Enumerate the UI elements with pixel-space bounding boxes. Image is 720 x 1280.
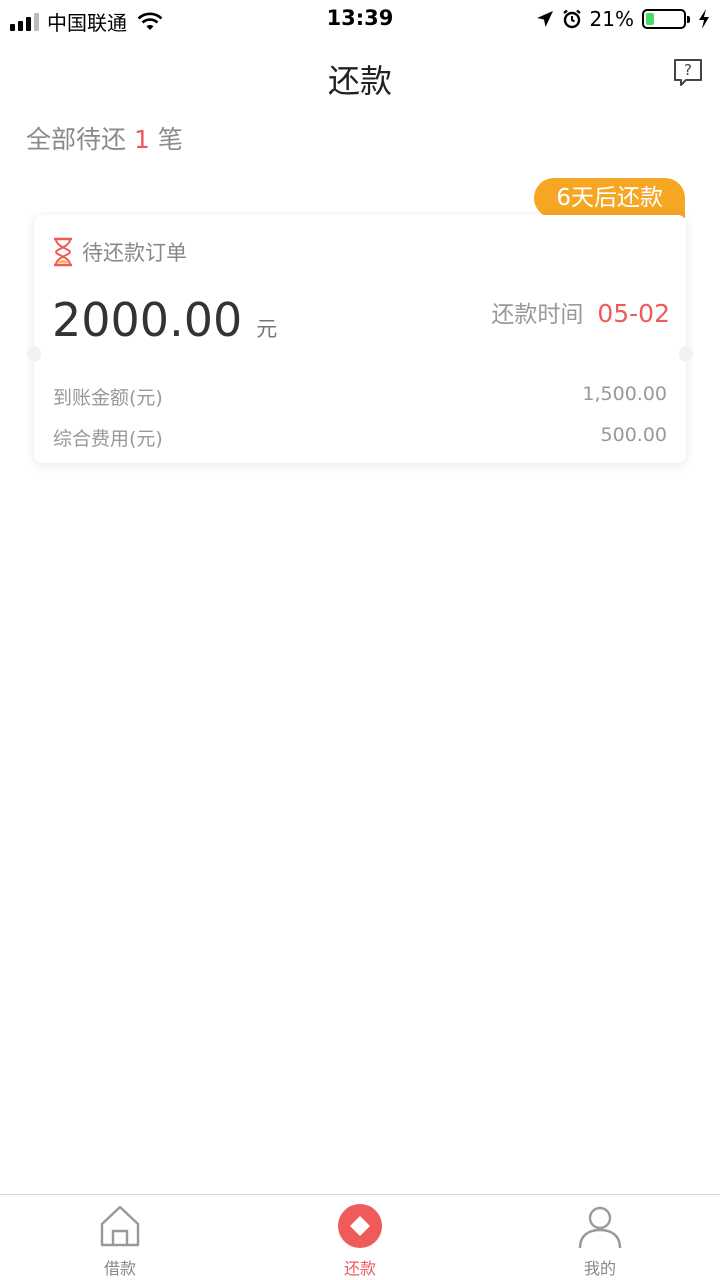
repay-date-value: 05-02 [597, 299, 670, 328]
repay-icon [338, 1204, 382, 1248]
amount-value: 2000.00 [52, 293, 243, 347]
home-icon [100, 1205, 140, 1247]
battery-percent: 21% [589, 7, 634, 31]
pending-count: 1 [134, 125, 150, 154]
repay-date-label: 还款时间 [491, 302, 584, 328]
location-arrow-icon [536, 11, 553, 27]
tab-bar: 借款 还款 我的 [0, 1194, 720, 1280]
card-notch-left [27, 346, 41, 362]
hourglass-icon [54, 237, 72, 267]
status-right: 21% [536, 7, 710, 31]
svg-text:?: ? [684, 61, 692, 79]
repay-amount: 2000.00 元 [52, 293, 277, 347]
detail-value: 1,500.00 [582, 383, 667, 405]
tab-label: 还款 [343, 1259, 376, 1278]
status-bar: 中国联通 13:39 21% [0, 0, 720, 38]
alarm-clock-icon [562, 9, 581, 29]
due-days-badge: 6天后还款 [534, 178, 685, 218]
detail-value: 500.00 [600, 424, 667, 446]
page-title: 还款 [327, 62, 392, 100]
nav-bar: 还款 ? [0, 38, 720, 116]
question-bubble-icon[interactable]: ? [672, 58, 704, 88]
tab-label: 借款 [103, 1259, 136, 1278]
tab-mine[interactable]: 我的 [540, 1203, 660, 1279]
pending-summary: 全部待还 1 笔 [26, 120, 183, 156]
user-icon [578, 1206, 622, 1249]
battery-icon [642, 9, 690, 29]
summary-suffix: 笔 [157, 125, 183, 154]
detail-label: 到账金额(元) [53, 387, 163, 409]
detail-row-received: 到账金额(元) 1,500.00 [53, 383, 667, 410]
summary-prefix: 全部待还 [26, 125, 127, 154]
card-title: 待还款订单 [82, 241, 187, 265]
tab-borrow[interactable]: 借款 [60, 1203, 180, 1279]
charging-bolt-icon [699, 9, 709, 29]
amount-unit: 元 [256, 317, 278, 341]
card-header: 待还款订单 [52, 237, 187, 267]
repayment-order-card[interactable]: 待还款订单 2000.00 元 还款时间 05-02 到账金额(元) 1,500… [27, 215, 693, 463]
repay-date: 还款时间 05-02 [491, 295, 670, 329]
detail-row-fee: 综合费用(元) 500.00 [53, 424, 667, 451]
tab-label: 我的 [583, 1259, 616, 1278]
tab-repay[interactable]: 还款 [300, 1203, 420, 1279]
battery-fill [646, 13, 654, 25]
detail-label: 综合费用(元) [53, 428, 163, 450]
card-notch-right [679, 346, 693, 362]
